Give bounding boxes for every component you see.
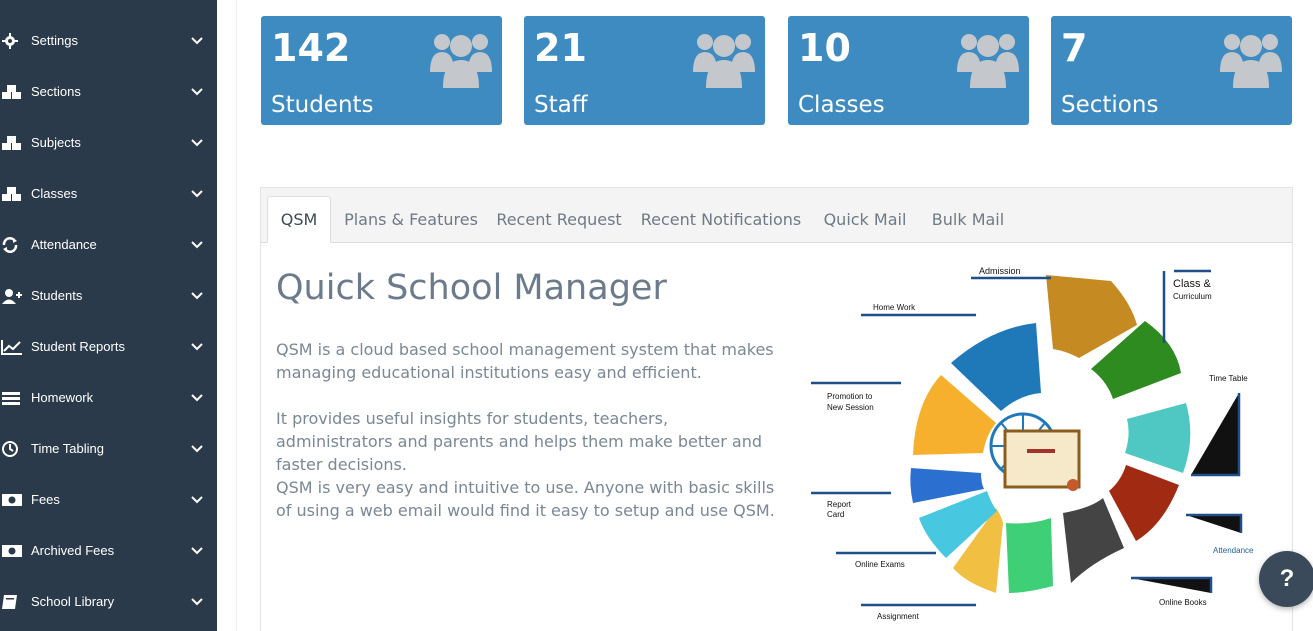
sidebar-item-label: Sections: [31, 84, 81, 99]
label-online-exams: Online Exams: [855, 560, 905, 569]
tab-bar: QSM Plans & Features Recent Request Rece…: [261, 188, 1292, 243]
sidebar-item-label: Fees: [31, 492, 60, 507]
segment-attendance: [1109, 465, 1179, 541]
list-icon: [0, 390, 31, 406]
stat-card-classes[interactable]: 10 Classes: [788, 16, 1029, 125]
sidebar-item-classes[interactable]: Classes: [0, 168, 217, 219]
gutter: [217, 0, 237, 631]
label-promotion-2: New Session: [827, 403, 874, 412]
label-curriculum: Curriculum: [1173, 292, 1212, 301]
page-title: Quick School Manager: [276, 268, 667, 308]
sidebar-item-homework[interactable]: Homework: [0, 372, 217, 423]
label-attendance: Attendance: [1213, 546, 1254, 555]
description-paragraph: It provides useful insights for students…: [276, 409, 762, 474]
stat-label: Classes: [798, 92, 885, 118]
sidebar-item-time-tabling[interactable]: Time Tabling: [0, 423, 217, 474]
feature-wheel-graphic: Admission Class & Curriculum Home Work T…: [811, 266, 1254, 621]
label-timetable: Time Table: [1209, 374, 1248, 383]
chevron-down-icon: [177, 444, 217, 453]
users-icon: [691, 26, 757, 95]
clock-icon: [0, 440, 31, 458]
main-content: 142 Students 21 Staff 10 Classes 7 Secti…: [217, 0, 1313, 631]
sidebar-item-label: Archived Fees: [31, 543, 115, 558]
chevron-down-icon: [177, 87, 217, 96]
cubes-icon: [0, 84, 31, 100]
stat-value: 7: [1061, 26, 1088, 70]
stat-card-staff[interactable]: 21 Staff: [524, 16, 765, 125]
sidebar-item-label: Student Reports: [31, 339, 125, 354]
tab-bulk-mail[interactable]: Bulk Mail: [923, 196, 1013, 243]
label-assignment: Assignment: [877, 612, 920, 621]
users-icon: [1218, 26, 1284, 95]
label-report-1: Report: [827, 500, 852, 509]
cubes-icon: [0, 135, 31, 151]
description-paragraph: QSM is a cloud based school management s…: [276, 340, 774, 382]
tab-quick-mail[interactable]: Quick Mail: [815, 196, 915, 243]
sidebar-item-settings[interactable]: Settings: [0, 15, 217, 66]
stat-label: Sections: [1061, 92, 1159, 118]
sidebar-item-label: Settings: [31, 33, 78, 48]
gear-icon: [0, 32, 31, 50]
chevron-down-icon: [177, 291, 217, 300]
chevron-down-icon: [177, 495, 217, 504]
sidebar-item-label: Students: [31, 288, 83, 303]
stat-label: Students: [271, 92, 374, 118]
sidebar-item-sections[interactable]: Sections: [0, 66, 217, 117]
chevron-down-icon: [177, 393, 217, 402]
label-promotion-1: Promotion to: [827, 392, 873, 401]
tab-plans-features[interactable]: Plans & Features: [335, 196, 487, 243]
chevron-down-icon: [177, 36, 217, 45]
sidebar-item-students[interactable]: Students: [0, 270, 217, 321]
help-button[interactable]: ?: [1259, 551, 1313, 607]
chevron-down-icon: [177, 189, 217, 198]
segment-online-books-green: [1006, 518, 1053, 593]
sidebar-item-subjects[interactable]: Subjects: [0, 117, 217, 168]
tab-recent-request[interactable]: Recent Request: [491, 196, 627, 243]
stat-value: 142: [271, 26, 351, 70]
label-homework: Home Work: [873, 303, 916, 312]
stat-label: Staff: [534, 92, 588, 118]
chevron-down-icon: [177, 342, 217, 351]
chevron-down-icon: [177, 240, 217, 249]
book-icon: [0, 594, 31, 610]
user-plus-icon: [0, 288, 31, 304]
label-admission: Admission: [979, 266, 1021, 276]
tab-qsm[interactable]: QSM: [267, 196, 331, 243]
stat-card-sections[interactable]: 7 Sections: [1051, 16, 1292, 125]
line-chart-icon: [0, 339, 31, 355]
stat-card-students[interactable]: 142 Students: [261, 16, 502, 125]
sidebar-item-label: Homework: [31, 390, 94, 405]
segment-books: [1063, 498, 1124, 583]
chevron-down-icon: [177, 546, 217, 555]
stat-value: 21: [534, 26, 587, 70]
segment-timetable: [1125, 403, 1191, 473]
chevron-down-icon: [177, 597, 217, 606]
description-paragraph: QSM is very easy and intuitive to use. A…: [276, 478, 775, 520]
sidebar-item-label: Attendance: [31, 237, 97, 252]
label-online-books: Online Books: [1159, 598, 1207, 607]
chevron-down-icon: [177, 138, 217, 147]
cubes-icon: [0, 186, 31, 202]
sidebar-item-attendance[interactable]: Attendance: [0, 219, 217, 270]
sidebar-item-label: Time Tabling: [31, 441, 104, 456]
stat-value: 10: [798, 26, 851, 70]
sidebar-item-label: School Library: [31, 594, 115, 609]
sidebar-item-archived-fees[interactable]: Archived Fees: [0, 525, 217, 576]
label-class: Class &: [1173, 278, 1212, 290]
sidebar: Settings Sections Subjects Classes Atten…: [0, 0, 217, 631]
info-panel: QSM Plans & Features Recent Request Rece…: [260, 187, 1293, 631]
sidebar-item-label: Classes: [31, 186, 78, 201]
label-report-2: Card: [827, 510, 844, 519]
money-icon: [0, 544, 31, 558]
sidebar-item-fees[interactable]: Fees: [0, 474, 217, 525]
refresh-icon: [0, 236, 31, 254]
users-icon: [955, 26, 1021, 95]
sidebar-item-student-reports[interactable]: Student Reports: [0, 321, 217, 372]
sidebar-item-school-library[interactable]: School Library: [0, 576, 217, 627]
sidebar-item-label: Subjects: [31, 135, 81, 150]
tab-recent-notifications[interactable]: Recent Notifications: [635, 196, 807, 243]
users-icon: [428, 26, 494, 95]
money-icon: [0, 493, 31, 507]
